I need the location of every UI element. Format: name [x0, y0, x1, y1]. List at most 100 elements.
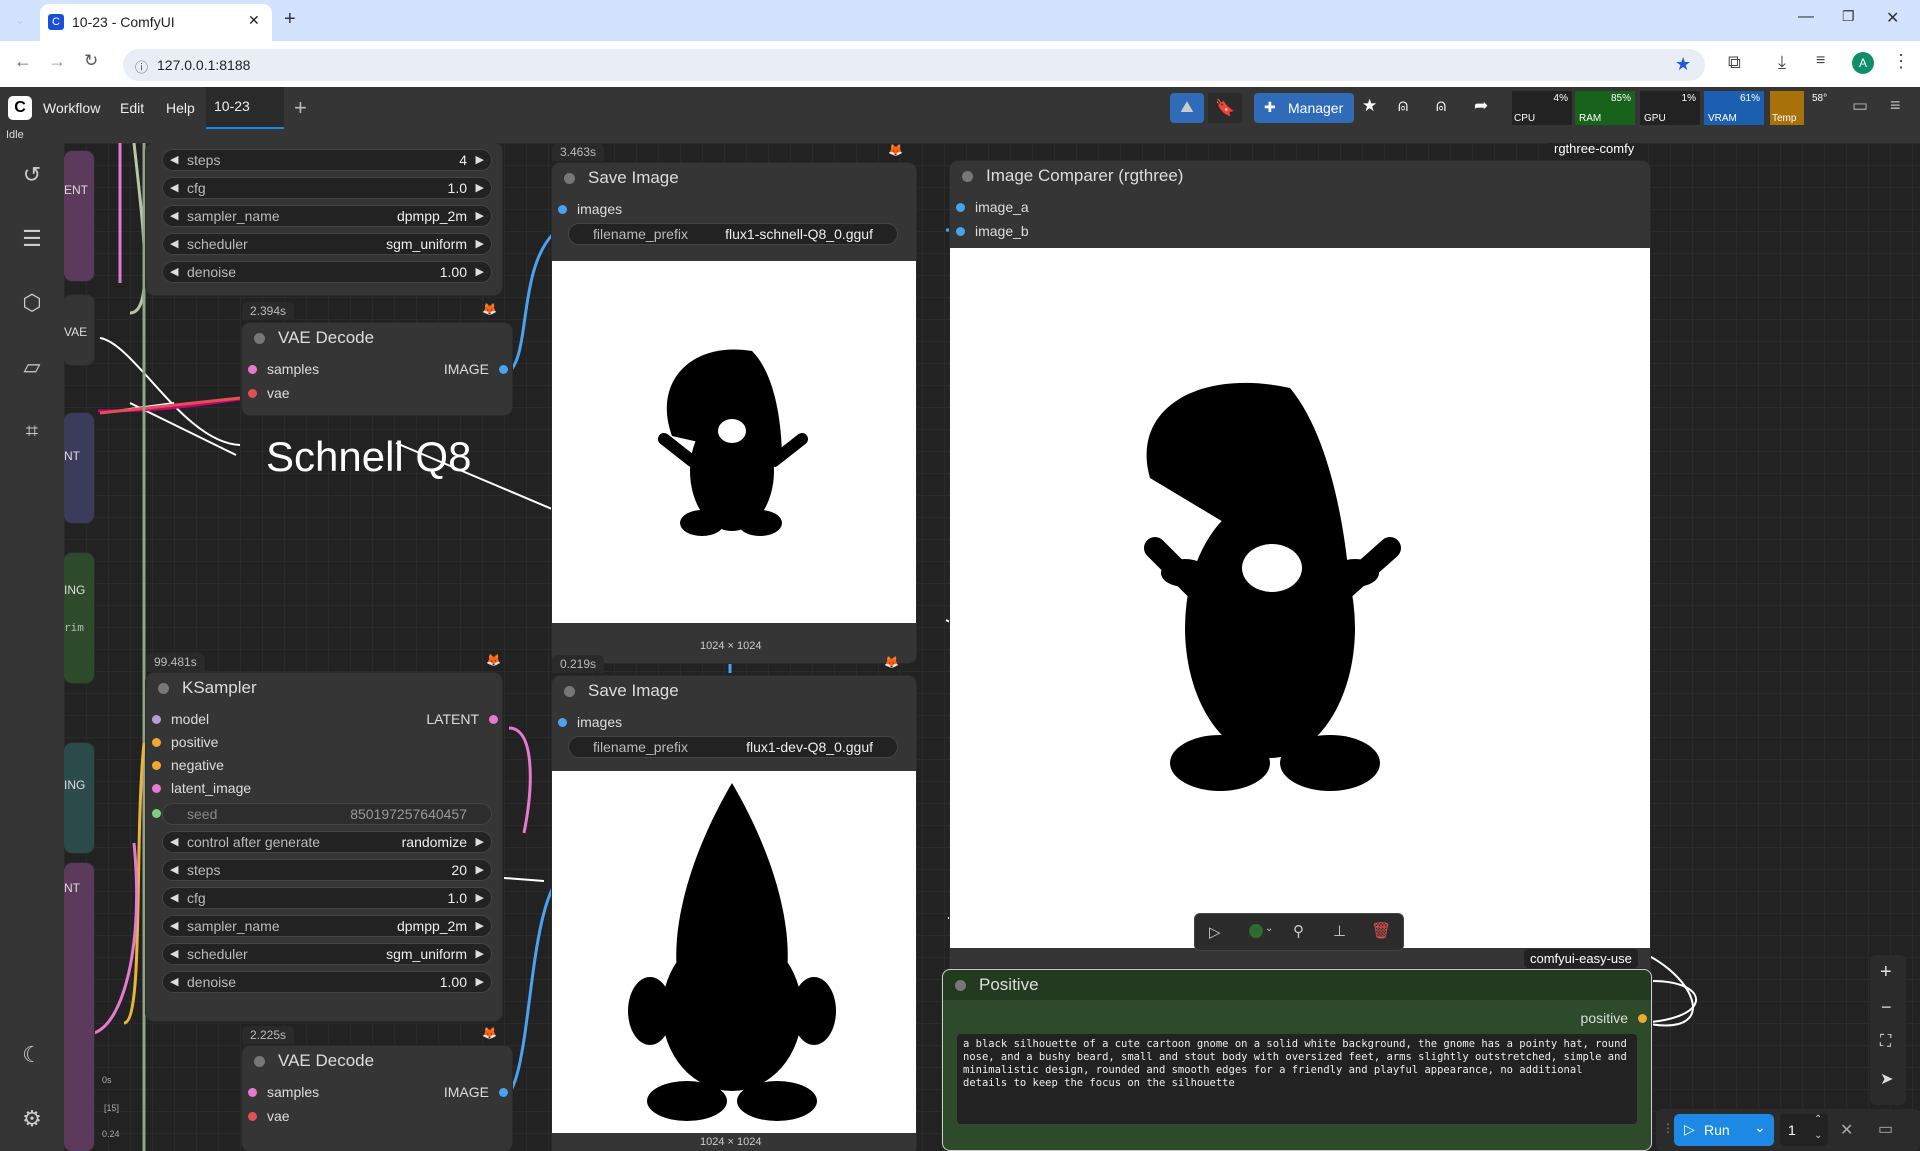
menu-workflow[interactable]: Workflow [43, 100, 100, 116]
steps-widget[interactable]: ◀ steps 4 ▶ [162, 149, 492, 171]
vae-decode-node-top[interactable]: VAE Decode samples vae IMAGE [242, 323, 512, 415]
profile-avatar[interactable]: A [1852, 52, 1874, 74]
samples-input[interactable]: samples [248, 361, 319, 377]
add-workflow-icon[interactable]: + [294, 95, 307, 121]
back-icon[interactable]: ← [14, 51, 32, 72]
comparer-image[interactable] [950, 248, 1650, 948]
partial-node-latent-2[interactable]: NT [64, 413, 94, 523]
sampler-name-widget[interactable]: ◀ sampler_name dpmpp_2m ▶ [162, 915, 492, 937]
star-icon[interactable]: ★ [1362, 96, 1377, 116]
node-title[interactable]: VAE Decode [242, 323, 512, 353]
node-title[interactable]: Save Image [552, 676, 916, 706]
delete-icon[interactable]: 🗑 [1371, 921, 1391, 941]
vae-input[interactable]: vae [248, 385, 290, 401]
url-field[interactable]: ⓘ 127.0.0.1:8188 ★ [123, 49, 1705, 81]
sprite-icon[interactable]: ⍝ [1398, 96, 1408, 116]
pointer-mode-icon[interactable]: ➤ [1880, 1069, 1893, 1089]
node-title[interactable]: Image Comparer (rgthree) [950, 161, 1650, 191]
bookmark-star-icon[interactable]: ★ [1675, 54, 1691, 75]
scheduler-widget[interactable]: ◀ scheduler sgm_uniform ▶ [162, 943, 492, 965]
latent-output[interactable]: LATENT [426, 711, 498, 727]
node-title[interactable]: Positive [943, 970, 1651, 1000]
image-a-input[interactable]: image_a [956, 199, 1029, 215]
denoise-widget[interactable]: ◀ denoise 1.00 ▶ [162, 261, 492, 283]
node-library-icon[interactable]: ⌗ [16, 415, 48, 447]
workflows-folder-icon[interactable]: ▱ [16, 351, 48, 383]
save-image-node-top[interactable]: Save Image images filename_prefix flux1-s… [552, 163, 916, 663]
model-input[interactable]: model [152, 711, 209, 727]
menu-help[interactable]: Help [166, 100, 195, 116]
vae-input[interactable]: vae [248, 1108, 290, 1124]
site-info-icon[interactable]: ⓘ [135, 57, 148, 76]
download-icon[interactable]: ⤓ [1778, 52, 1786, 73]
image-b-input[interactable]: image_b [956, 223, 1029, 239]
run-node-icon[interactable]: ▷ [1209, 923, 1221, 941]
collapse-dot[interactable] [254, 333, 265, 344]
forward-icon[interactable]: → [48, 51, 66, 72]
history-icon[interactable]: ↺ [16, 159, 48, 191]
settings-gear-icon[interactable]: ⚙ [16, 1103, 48, 1135]
new-tab-icon[interactable]: + [284, 8, 296, 31]
filename-prefix-widget[interactable]: filename_prefix flux1-schnell-Q8_0.gguf [568, 223, 898, 245]
positive-output[interactable]: positive [1581, 1010, 1647, 1026]
vae-decode-node-bottom[interactable]: VAE Decode samples vae IMAGE [242, 1046, 512, 1151]
partial-node-conditioning[interactable]: ING rim [64, 553, 94, 683]
cfg-widget[interactable]: ◀ cfg 1.0 ▶ [162, 177, 492, 199]
extensions-icon[interactable]: ⧉ [1728, 52, 1741, 73]
latent-image-input[interactable]: latent_image [152, 780, 251, 796]
close-window-icon[interactable]: ✕ [1886, 8, 1899, 28]
images-input[interactable]: images [558, 714, 622, 730]
theme-moon-icon[interactable]: ☾ [16, 1039, 48, 1071]
collapse-dot[interactable] [564, 173, 575, 184]
positive-node[interactable]: Positive positive a black silhouette of … [942, 969, 1652, 1151]
negative-input[interactable]: negative [152, 757, 224, 773]
denoise-widget[interactable]: ◀ denoise 1.00 ▶ [162, 971, 492, 993]
tab-close-icon[interactable]: ✕ [248, 12, 260, 29]
ksampler-node-top[interactable]: ◀ steps 4 ▶ ◀ cfg 1.0 ▶ ◀ sampler_name dpmpp_2m ▶… [146, 143, 502, 295]
queue-panel-icon[interactable]: ▭ [1878, 1119, 1893, 1139]
steps-widget[interactable]: ◀ steps 20 ▶ [162, 859, 492, 881]
chrome-menu-icon[interactable]: ⋮ [1892, 51, 1910, 72]
filename-prefix-widget[interactable]: filename_prefix flux1-dev-Q8_0.gguf [568, 736, 898, 758]
zoom-in-icon[interactable]: + [1880, 961, 1892, 984]
image-output[interactable]: IMAGE [444, 1084, 508, 1100]
cancel-icon[interactable]: ✕ [1840, 1120, 1853, 1140]
sampler-name-widget[interactable]: ◀ sampler_name dpmpp_2m ▶ [162, 205, 492, 227]
bypass-icon[interactable]: ⚲ [1293, 922, 1304, 940]
positive-input[interactable]: positive [152, 734, 218, 750]
bookmark-icon[interactable]: 🔖 [1208, 93, 1242, 123]
hamburger-icon[interactable]: ≡ [1890, 95, 1901, 116]
partial-node-latent[interactable]: ENT [64, 151, 94, 281]
seed-input-dot[interactable] [152, 809, 161, 818]
panel-toggle-icon[interactable]: ▭ [1852, 96, 1868, 116]
ksampler-node[interactable]: KSampler model positive negative latent_… [146, 673, 502, 1021]
model-library-icon[interactable]: ⬡ [16, 287, 48, 319]
workflow-tab[interactable]: 10-23 [206, 87, 284, 129]
zoom-out-icon[interactable]: − [1881, 997, 1892, 1018]
collapse-dot[interactable] [955, 980, 966, 991]
browser-tab[interactable]: C 10-23 - ComfyUI ✕ [40, 4, 272, 41]
samples-input[interactable]: samples [248, 1084, 319, 1100]
partial-node-latent-3[interactable]: NT [64, 863, 94, 1151]
minimize-icon[interactable]: — [1798, 8, 1814, 26]
drag-handle-icon[interactable]: ⋮ [1662, 1121, 1674, 1135]
queue-list-icon[interactable]: ☰ [16, 223, 48, 255]
run-button[interactable]: ▷ Run ⌄ [1674, 1114, 1774, 1146]
menu-edit[interactable]: Edit [120, 100, 144, 116]
output-image-preview[interactable] [552, 261, 916, 623]
partial-node-vae[interactable]: VAE [64, 295, 94, 365]
reload-icon[interactable]: ↻ [84, 51, 98, 71]
increment-icon[interactable]: ⌃ [1814, 1114, 1822, 1125]
save-image-node-bottom[interactable]: Save Image images filename_prefix flux1-d… [552, 676, 916, 1151]
node-canvas[interactable]: ENT VAE NT ING rim ING NT 0s [15] 0.24 ◀… [64, 143, 1920, 1151]
seed-widget[interactable]: seed 850197257640457 [162, 803, 492, 825]
node-title[interactable]: VAE Decode [242, 1046, 512, 1076]
share-icon[interactable]: ➦ [1474, 96, 1488, 116]
media-icon[interactable]: ≡ [1816, 52, 1825, 70]
tab-list-icon[interactable]: ⌄ [8, 8, 32, 32]
batch-count-input[interactable]: 1 ⌃ ⌄ [1780, 1114, 1828, 1146]
collapse-dot[interactable] [564, 686, 575, 697]
node-title[interactable]: Save Image [552, 163, 916, 193]
scheduler-widget[interactable]: ◀ scheduler sgm_uniform ▶ [162, 233, 492, 255]
images-input[interactable]: images [558, 201, 622, 217]
